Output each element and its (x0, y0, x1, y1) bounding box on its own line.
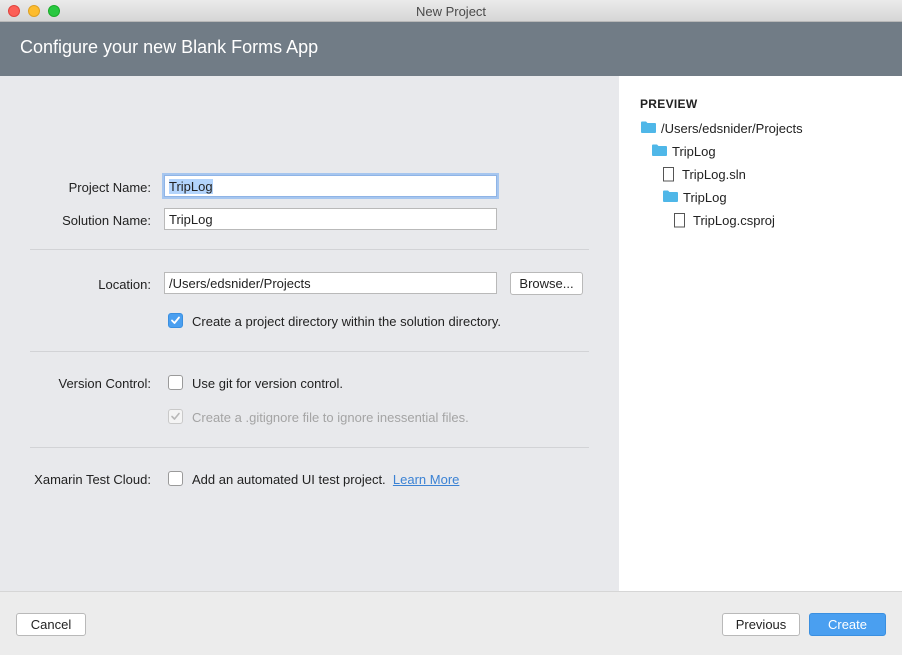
solution-name-input[interactable]: TripLog (164, 208, 497, 230)
checkmark-icon (171, 316, 180, 324)
page-header: Configure your new Blank Forms App (0, 22, 902, 76)
file-icon (663, 167, 675, 185)
file-icon (674, 213, 686, 231)
version-control-label: Version Control: (58, 376, 152, 391)
learn-more-link[interactable]: Learn More (393, 472, 459, 487)
ui-test-project-checkbox[interactable] (168, 471, 183, 486)
tree-folder-item: /Users/edsnider/Projects (641, 120, 881, 138)
tree-file-item: TripLog.csproj (674, 212, 902, 230)
location-label: Location: (98, 277, 151, 292)
location-input[interactable]: /Users/edsnider/Projects (164, 272, 497, 294)
tree-file-item: TripLog.sln (663, 166, 902, 184)
folder-icon (652, 144, 667, 159)
tree-folder-item: TripLog (652, 143, 892, 161)
gitignore-checkbox (168, 409, 183, 424)
preview-panel: PREVIEW /Users/edsnider/Projects TripLog T… (619, 76, 902, 591)
divider (30, 351, 589, 352)
tree-item-label: /Users/edsnider/Projects (661, 121, 803, 136)
ui-test-project-row: Add an automated UI test project. Learn … (192, 472, 459, 487)
create-project-directory-label[interactable]: Create a project directory within the so… (192, 314, 501, 329)
ui-test-project-label[interactable]: Add an automated UI test project. (192, 472, 386, 487)
configuration-form: Project Name: TripLog Solution Name: Tri… (0, 76, 619, 591)
folder-icon (663, 190, 678, 205)
divider (30, 447, 589, 448)
create-button[interactable]: Create (809, 613, 886, 636)
new-project-window: New Project Configure your new Blank For… (0, 0, 902, 655)
tree-item-label: TripLog.csproj (693, 213, 775, 228)
location-value: /Users/edsnider/Projects (169, 276, 311, 291)
folder-icon (641, 121, 656, 136)
project-name-value: TripLog (169, 179, 213, 194)
use-git-checkbox[interactable] (168, 375, 183, 390)
tree-item-label: TripLog (683, 190, 727, 205)
tree-folder-item: TripLog (663, 189, 902, 207)
preview-title: PREVIEW (640, 97, 698, 111)
project-name-label: Project Name: (68, 180, 151, 195)
use-git-label[interactable]: Use git for version control. (192, 376, 343, 391)
title-bar: New Project (0, 0, 902, 22)
xamarin-test-cloud-label: Xamarin Test Cloud: (34, 472, 151, 487)
solution-name-label: Solution Name: (62, 213, 151, 228)
window-title: New Project (415, 4, 487, 19)
page-title: Configure your new Blank Forms App (20, 37, 319, 57)
previous-button[interactable]: Previous (722, 613, 800, 636)
gitignore-label: Create a .gitignore file to ignore iness… (192, 410, 469, 425)
divider (30, 249, 589, 250)
tree-item-label: TripLog.sln (682, 167, 746, 182)
cancel-button[interactable]: Cancel (16, 613, 86, 636)
create-project-directory-checkbox[interactable] (168, 313, 183, 328)
project-name-input[interactable]: TripLog (164, 175, 497, 197)
tree-item-label: TripLog (672, 144, 716, 159)
checkmark-icon (171, 412, 180, 420)
solution-name-value: TripLog (169, 212, 213, 227)
footer-bar: Cancel Previous Create (0, 591, 902, 655)
browse-button[interactable]: Browse... (510, 272, 583, 295)
